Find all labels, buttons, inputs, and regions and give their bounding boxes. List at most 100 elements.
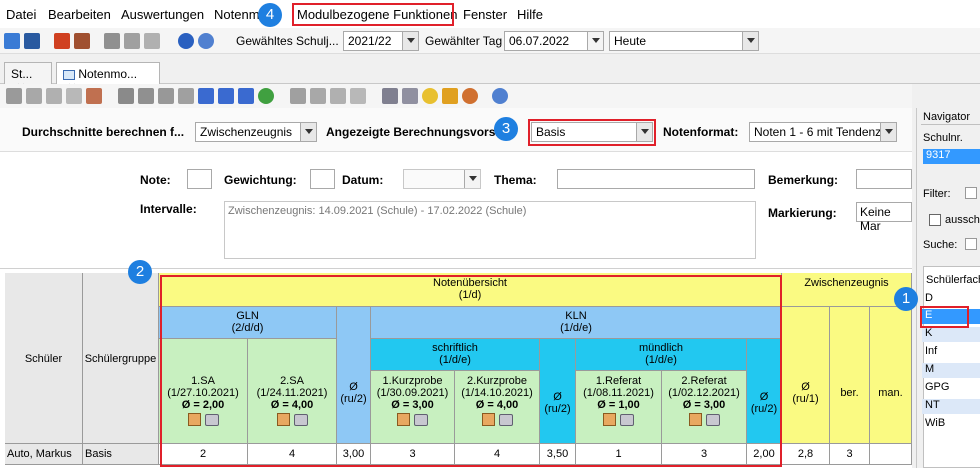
cell-zz-ber: 3 <box>830 444 870 465</box>
intervalle-textarea[interactable]: Zwischenzeugnis: 14.09.2021 (Schule) - 1… <box>224 201 756 259</box>
zz-ber-header[interactable]: ber. <box>830 307 870 444</box>
next-record-icon[interactable] <box>198 88 214 104</box>
list-item-fach[interactable]: Inf <box>922 345 980 360</box>
list-item-fach[interactable]: K <box>922 327 980 342</box>
users-icon[interactable] <box>4 33 20 49</box>
thema-label: Thema: <box>494 173 537 187</box>
refresh-icon[interactable] <box>258 88 274 104</box>
gruppe-header[interactable]: Schülergruppe <box>83 273 159 444</box>
chevron-down-icon[interactable] <box>742 32 758 50</box>
intervalle-value: Zwischenzeugnis: 14.09.2021 (Schule) - 1… <box>228 205 527 217</box>
notenformat-select[interactable]: Noten 1 - 6 mit Tendenz <box>749 122 897 142</box>
filter-checkbox[interactable] <box>965 187 977 199</box>
highlight-box-grid <box>160 275 782 467</box>
berechnung-label: Angezeigte Berechnungsvors... <box>326 125 506 139</box>
first-record-icon[interactable] <box>138 88 154 104</box>
chevron-down-icon[interactable] <box>402 32 418 50</box>
durchschnitte-select[interactable]: Zwischenzeugnis <box>195 122 317 142</box>
zz-avg-header[interactable]: Ø (ru/1) <box>782 307 830 444</box>
tab-notenmodul[interactable]: Notenmo... ✕ <box>56 62 160 95</box>
table-icon <box>63 69 75 80</box>
list-item-fach[interactable]: WiB <box>922 417 980 432</box>
chevron-down-icon[interactable] <box>587 32 603 50</box>
schuljahr-select[interactable]: 2021/22 <box>343 31 419 51</box>
heute-value: Heute <box>614 34 647 48</box>
markierung-label: Markierung: <box>768 206 837 220</box>
save-icon[interactable] <box>26 88 42 104</box>
cut-icon[interactable] <box>310 88 326 104</box>
callout-4: 4 <box>258 3 282 27</box>
last-record-icon[interactable] <box>238 88 254 104</box>
datum-input[interactable] <box>403 169 481 189</box>
chevron-down-icon[interactable] <box>880 123 896 141</box>
menu-datei[interactable]: Datei <box>6 7 36 22</box>
help-icon[interactable] <box>492 88 508 104</box>
info-icon[interactable] <box>178 33 194 49</box>
list-item-fach[interactable]: D <box>922 292 980 307</box>
prev-page-icon[interactable] <box>158 88 174 104</box>
note-input[interactable] <box>187 169 212 189</box>
schueler-header[interactable]: Schüler <box>5 273 83 444</box>
list-item-fach[interactable]: NT <box>922 399 980 414</box>
datum-label: Datum: <box>342 173 384 187</box>
schulnr-label: Schulnr. <box>923 132 963 144</box>
copy-icon[interactable] <box>104 33 120 49</box>
thema-input[interactable] <box>557 169 755 189</box>
copy-record-icon[interactable] <box>118 88 134 104</box>
durchschnitte-value: Zwischenzeugnis <box>200 125 293 139</box>
menu-notenmodul[interactable]: Notenm <box>214 7 260 22</box>
cell-gruppe[interactable]: Basis <box>83 444 159 465</box>
clipboard-icon[interactable] <box>350 88 366 104</box>
flash-icon[interactable] <box>144 33 160 49</box>
menu-auswertungen[interactable]: Auswertungen <box>121 7 204 22</box>
cell-schueler[interactable]: Auto, Markus <box>5 444 83 465</box>
tab-stammdaten[interactable]: St... ✕ <box>4 62 52 95</box>
menu-hilfe[interactable]: Hilfe <box>517 7 543 22</box>
clock-icon[interactable] <box>462 88 478 104</box>
delete-icon[interactable] <box>66 88 82 104</box>
module-icon[interactable] <box>124 33 140 49</box>
gewichtung-input[interactable] <box>310 169 335 189</box>
heute-select[interactable]: Heute <box>609 31 759 51</box>
calculator-icon[interactable] <box>74 33 90 49</box>
markierung-select[interactable]: Keine Mar <box>856 202 912 233</box>
suche-label: Suche: <box>923 239 958 251</box>
ausschl-checkbox[interactable] <box>929 214 941 226</box>
book-icon[interactable] <box>54 33 70 49</box>
tag-date-field[interactable]: 06.07.2022 <box>504 31 604 51</box>
arrow-left-icon[interactable] <box>290 88 306 104</box>
menu-fenster[interactable]: Fenster <box>463 7 507 22</box>
edit-icon[interactable] <box>86 88 102 104</box>
lightbulb-icon[interactable] <box>422 88 438 104</box>
schulnr-value[interactable]: 9317 <box>923 149 980 164</box>
tag-label: Gewählter Tag <box>425 34 503 48</box>
preview-icon[interactable] <box>402 88 418 104</box>
help-icon[interactable] <box>198 33 214 49</box>
school-icon[interactable] <box>24 33 40 49</box>
paste-icon[interactable] <box>330 88 346 104</box>
suche-checkbox[interactable] <box>965 238 977 250</box>
new-icon[interactable] <box>6 88 22 104</box>
faecher-header[interactable]: Schülerfach <box>926 274 980 286</box>
bemerkung-input[interactable] <box>856 169 912 189</box>
next-page-icon[interactable] <box>218 88 234 104</box>
list-item-fach[interactable]: M <box>922 363 980 378</box>
durchschnitte-label: Durchschnitte berechnen f... <box>22 125 185 139</box>
cell-zz-man[interactable] <box>870 444 912 465</box>
highlight-box-fach <box>920 306 969 328</box>
menu-bearbeiten[interactable]: Bearbeiten <box>48 7 111 22</box>
divider <box>921 124 980 125</box>
undo-icon[interactable] <box>46 88 62 104</box>
record-toolbar <box>0 84 912 108</box>
chevron-down-icon[interactable] <box>464 170 480 188</box>
list-item-fach[interactable]: GPG <box>922 381 980 396</box>
wand-icon[interactable] <box>442 88 458 104</box>
chevron-down-icon[interactable] <box>300 123 316 141</box>
print-icon[interactable] <box>382 88 398 104</box>
filter-label: Filter: <box>923 188 951 200</box>
avg-symbol: Ø <box>801 381 810 393</box>
prev-record-icon[interactable] <box>178 88 194 104</box>
zwischenzeugnis-header[interactable]: Zwischenzeugnis <box>782 273 912 307</box>
zz-man-header[interactable]: man. <box>870 307 912 444</box>
navigator-panel: Navigator Schulnr. 9317 Filter: ausschl … <box>916 108 980 468</box>
